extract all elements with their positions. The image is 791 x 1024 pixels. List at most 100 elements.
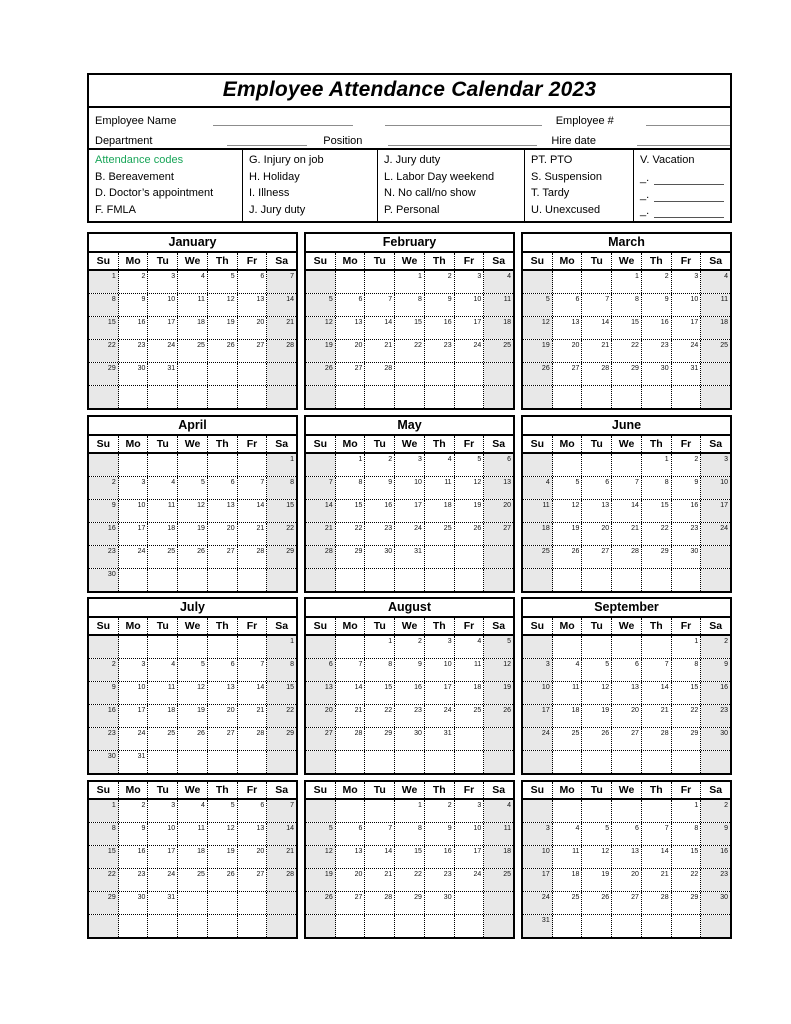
day-cell[interactable]: 26 xyxy=(208,340,238,362)
day-cell[interactable]: 25 xyxy=(178,869,208,891)
day-cell[interactable]: 22 xyxy=(365,705,396,727)
day-cell[interactable]: 3 xyxy=(425,636,455,658)
day-cell[interactable]: 14 xyxy=(238,500,268,522)
day-cell[interactable]: 3 xyxy=(119,477,149,499)
day-cell[interactable]: 13 xyxy=(553,317,583,339)
day-cell[interactable]: 25 xyxy=(455,705,485,727)
day-cell[interactable]: 5 xyxy=(178,477,208,499)
day-cell[interactable]: 18 xyxy=(148,523,179,545)
day-cell[interactable]: 6 xyxy=(553,294,583,316)
custom-code-row[interactable]: _. xyxy=(640,169,730,186)
day-cell[interactable]: 2 xyxy=(119,271,149,293)
day-cell[interactable]: 18 xyxy=(148,705,179,727)
hire-date-input[interactable] xyxy=(636,132,730,147)
day-cell[interactable]: 4 xyxy=(178,271,208,293)
day-cell[interactable]: 25 xyxy=(701,340,731,362)
day-cell[interactable]: 18 xyxy=(701,317,731,339)
day-cell[interactable]: 7 xyxy=(612,477,642,499)
day-cell[interactable]: 8 xyxy=(672,823,702,845)
day-cell[interactable]: 29 xyxy=(395,892,425,914)
day-cell[interactable]: 18 xyxy=(553,869,583,891)
day-cell[interactable]: 10 xyxy=(523,682,553,704)
day-cell[interactable]: 4 xyxy=(484,800,514,822)
day-cell[interactable]: 24 xyxy=(148,869,179,891)
day-cell[interactable]: 24 xyxy=(455,340,485,362)
day-cell[interactable]: 19 xyxy=(306,340,336,362)
day-cell[interactable]: 27 xyxy=(238,340,268,362)
day-cell[interactable]: 26 xyxy=(178,546,208,568)
day-cell[interactable]: 5 xyxy=(178,659,208,681)
day-cell[interactable]: 4 xyxy=(523,477,553,499)
day-cell[interactable]: 21 xyxy=(267,317,297,339)
day-cell[interactable]: 30 xyxy=(672,546,702,568)
day-cell[interactable]: 8 xyxy=(365,659,396,681)
day-cell[interactable]: 26 xyxy=(553,546,583,568)
day-cell[interactable]: 13 xyxy=(612,846,642,868)
day-cell[interactable]: 25 xyxy=(148,728,179,750)
day-cell[interactable]: 28 xyxy=(238,728,268,750)
day-cell[interactable]: 10 xyxy=(523,846,553,868)
day-cell[interactable]: 24 xyxy=(119,728,149,750)
day-cell[interactable]: 7 xyxy=(642,823,672,845)
day-cell[interactable]: 11 xyxy=(484,294,514,316)
day-cell[interactable]: 17 xyxy=(455,846,485,868)
day-cell[interactable]: 19 xyxy=(582,869,613,891)
day-cell[interactable]: 7 xyxy=(238,477,268,499)
day-cell[interactable]: 12 xyxy=(306,317,336,339)
day-cell[interactable]: 2 xyxy=(119,800,149,822)
day-cell[interactable]: 28 xyxy=(306,546,336,568)
day-cell[interactable]: 15 xyxy=(336,500,366,522)
day-cell[interactable]: 9 xyxy=(89,682,119,704)
day-cell[interactable]: 9 xyxy=(395,659,425,681)
day-cell[interactable]: 20 xyxy=(208,705,238,727)
day-cell[interactable]: 8 xyxy=(612,294,642,316)
day-cell[interactable]: 30 xyxy=(395,728,425,750)
day-cell[interactable]: 15 xyxy=(395,846,425,868)
day-cell[interactable]: 11 xyxy=(553,682,583,704)
day-cell[interactable]: 30 xyxy=(642,363,672,385)
day-cell[interactable]: 14 xyxy=(365,317,396,339)
day-cell[interactable]: 11 xyxy=(553,846,583,868)
day-cell[interactable]: 8 xyxy=(267,477,297,499)
day-cell[interactable]: 17 xyxy=(119,523,149,545)
day-cell[interactable]: 13 xyxy=(336,846,366,868)
day-cell[interactable]: 20 xyxy=(484,500,514,522)
day-cell[interactable]: 24 xyxy=(148,340,179,362)
day-cell[interactable]: 5 xyxy=(306,823,336,845)
day-cell[interactable]: 18 xyxy=(178,317,208,339)
day-cell[interactable]: 4 xyxy=(148,659,179,681)
day-cell[interactable]: 25 xyxy=(523,546,553,568)
day-cell[interactable]: 2 xyxy=(425,271,455,293)
day-cell[interactable]: 1 xyxy=(267,454,297,476)
day-cell[interactable]: 23 xyxy=(701,869,731,891)
day-cell[interactable]: 5 xyxy=(523,294,553,316)
day-cell[interactable]: 9 xyxy=(119,294,149,316)
day-cell[interactable]: 12 xyxy=(523,317,553,339)
day-cell[interactable]: 21 xyxy=(336,705,366,727)
day-cell[interactable]: 10 xyxy=(148,294,179,316)
day-cell[interactable]: 15 xyxy=(267,500,297,522)
day-cell[interactable]: 13 xyxy=(484,477,514,499)
day-cell[interactable]: 14 xyxy=(306,500,336,522)
day-cell[interactable]: 31 xyxy=(119,751,149,773)
day-cell[interactable]: 23 xyxy=(701,705,731,727)
employee-name-input-secondary[interactable] xyxy=(385,112,542,127)
day-cell[interactable]: 3 xyxy=(523,659,553,681)
day-cell[interactable]: 8 xyxy=(267,659,297,681)
day-cell[interactable]: 6 xyxy=(208,477,238,499)
day-cell[interactable]: 28 xyxy=(238,546,268,568)
day-cell[interactable]: 26 xyxy=(523,363,553,385)
day-cell[interactable]: 14 xyxy=(238,682,268,704)
day-cell[interactable]: 28 xyxy=(336,728,366,750)
day-cell[interactable]: 8 xyxy=(672,659,702,681)
day-cell[interactable]: 16 xyxy=(395,682,425,704)
day-cell[interactable]: 26 xyxy=(582,892,613,914)
day-cell[interactable]: 2 xyxy=(89,477,119,499)
day-cell[interactable]: 1 xyxy=(89,800,119,822)
day-cell[interactable]: 27 xyxy=(553,363,583,385)
day-cell[interactable]: 20 xyxy=(612,869,642,891)
custom-code-row[interactable]: _. xyxy=(640,185,730,202)
day-cell[interactable]: 5 xyxy=(455,454,485,476)
day-cell[interactable]: 4 xyxy=(553,823,583,845)
day-cell[interactable]: 17 xyxy=(523,869,553,891)
